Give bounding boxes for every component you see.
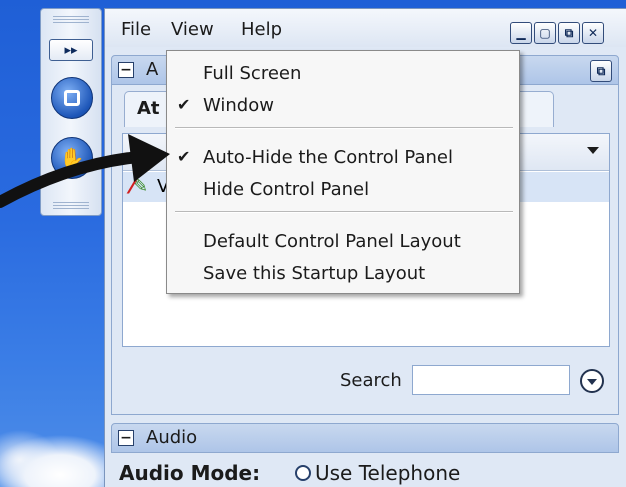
- menu-file[interactable]: File: [121, 19, 151, 40]
- dock-icon: ⧉: [564, 26, 574, 40]
- menu-separator: [175, 211, 513, 213]
- audio-panel-header: − Audio: [111, 423, 619, 453]
- audio-mode-label: Audio Mode:: [119, 461, 261, 485]
- menu-separator: [175, 127, 513, 129]
- menu-item-full-screen[interactable]: Full Screen: [167, 57, 519, 87]
- window-buttons: ▁ ▢ ⧉ ✕: [510, 22, 604, 44]
- use-telephone-label: Use Telephone: [315, 461, 461, 485]
- menu-item-label: Hide Control Panel: [203, 179, 370, 200]
- menu-help[interactable]: Help: [241, 19, 282, 40]
- menu-view[interactable]: View: [171, 19, 214, 40]
- minus-icon: −: [120, 430, 132, 446]
- dock-button[interactable]: ⧉: [558, 22, 580, 44]
- close-icon: ✕: [587, 26, 599, 40]
- expand-control-panel-button[interactable]: ▸▸: [49, 39, 93, 61]
- menu-item-label: Auto-Hide the Control Panel: [203, 147, 453, 168]
- attendee-panel-title: A: [146, 59, 159, 80]
- popout-attendee-panel-button[interactable]: ⧉: [590, 60, 612, 82]
- minimize-button[interactable]: ▁: [510, 22, 532, 44]
- chevron-down-icon[interactable]: [587, 147, 599, 154]
- search-input[interactable]: [412, 365, 570, 395]
- popout-icon: ⧉: [596, 64, 606, 78]
- collapse-attendee-panel-button[interactable]: −: [118, 62, 134, 78]
- audio-panel-title: Audio: [146, 427, 198, 448]
- menu-item-save-startup-layout[interactable]: Save this Startup Layout: [167, 257, 519, 287]
- toolbar-grip-top[interactable]: [53, 15, 89, 23]
- stop-sharing-button[interactable]: [51, 77, 93, 119]
- tab-attendees-label: At: [137, 98, 160, 119]
- menu-item-label: Full Screen: [203, 63, 302, 84]
- search-label: Search: [340, 370, 402, 391]
- chevron-down-icon: [587, 379, 597, 385]
- search-options-button[interactable]: [580, 369, 604, 393]
- radio-button[interactable]: [295, 465, 311, 481]
- restore-icon: ▢: [539, 26, 551, 40]
- stop-square-icon: [64, 90, 80, 106]
- fast-forward-icon: ▸▸: [64, 42, 78, 58]
- menu-item-label: Window: [203, 95, 274, 116]
- view-menu-dropdown: Full Screen ✔ Window ✔ Auto-Hide the Con…: [166, 50, 520, 294]
- menubar: File View Help ▁ ▢ ⧉ ✕: [105, 9, 626, 47]
- restore-button[interactable]: ▢: [534, 22, 556, 44]
- menu-item-auto-hide-control-panel[interactable]: ✔ Auto-Hide the Control Panel: [167, 141, 519, 171]
- minimize-icon: ▁: [516, 26, 526, 40]
- menu-item-label: Default Control Panel Layout: [203, 231, 461, 252]
- menu-item-hide-control-panel[interactable]: Hide Control Panel: [167, 173, 519, 203]
- menu-item-default-control-panel-layout[interactable]: Default Control Panel Layout: [167, 225, 519, 255]
- checkmark-icon: ✔: [177, 95, 191, 114]
- annotation-arrow-icon: [0, 134, 170, 208]
- menu-item-label: Save this Startup Layout: [203, 263, 426, 284]
- minus-icon: −: [120, 62, 132, 78]
- close-button[interactable]: ✕: [582, 22, 604, 44]
- collapse-audio-panel-button[interactable]: −: [118, 430, 134, 446]
- use-telephone-option[interactable]: Use Telephone: [295, 461, 460, 485]
- menu-item-window[interactable]: ✔ Window: [167, 89, 519, 119]
